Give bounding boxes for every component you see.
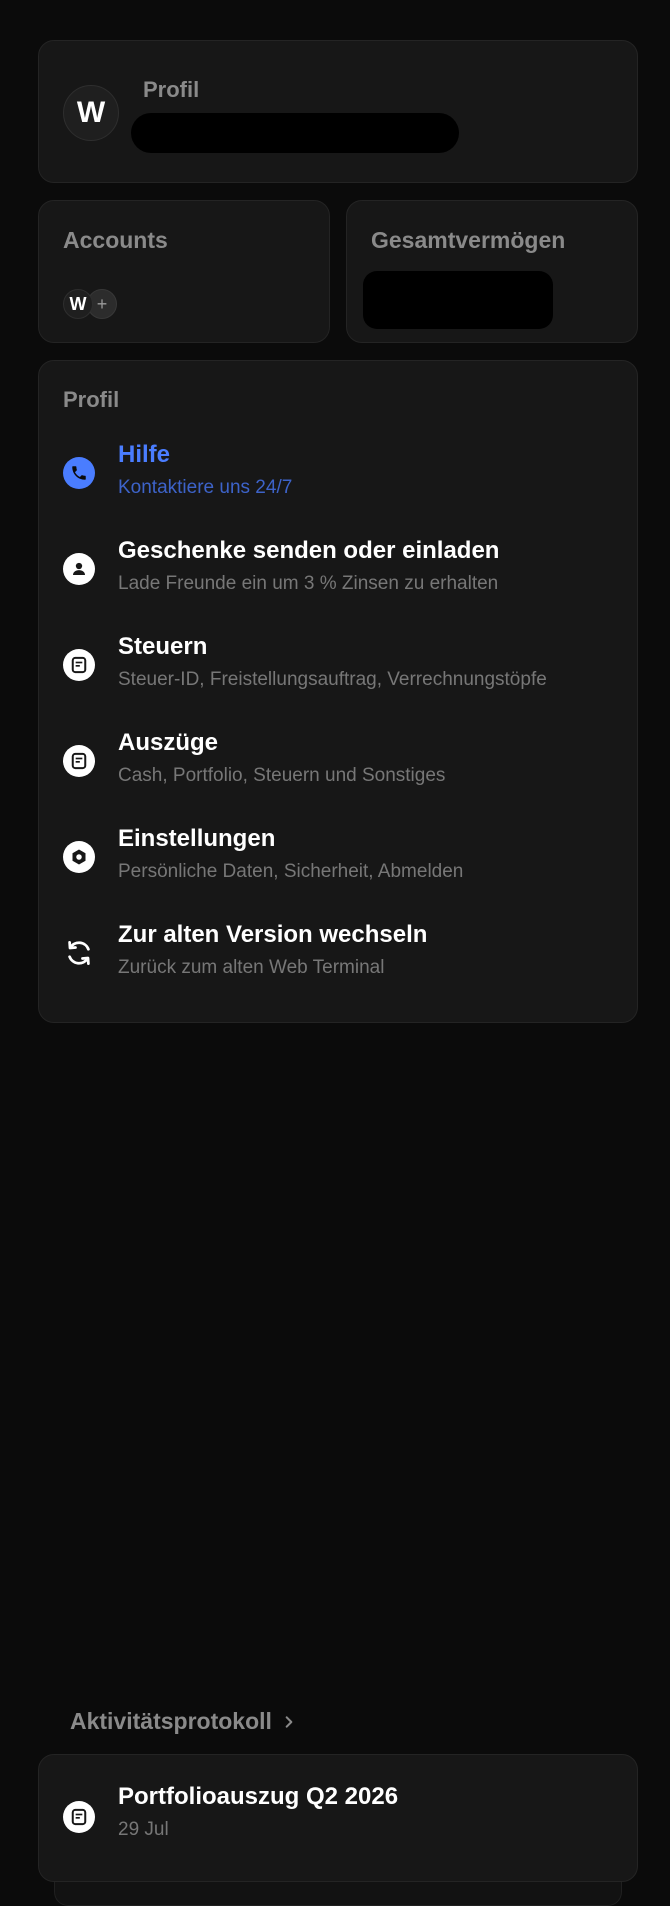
redacted-name [131, 113, 459, 153]
menu-item-gifts-invite[interactable]: Geschenke senden oder einladen Lade Freu… [39, 537, 637, 617]
total-wealth-title: Gesamtvermögen [371, 227, 566, 253]
user-icon [63, 553, 95, 585]
accounts-card[interactable]: Accounts W + [38, 200, 330, 343]
activity-item-date: 29 Jul [118, 1819, 169, 1840]
menu-item-taxes[interactable]: Steuern Steuer-ID, Freistellungsauftrag,… [39, 633, 637, 713]
menu-item-subtitle: Persönliche Daten, Sicherheit, Abmelden [118, 861, 464, 882]
menu-item-label: Zur alten Version wechseln [118, 921, 428, 948]
redacted-wealth-value [363, 271, 553, 329]
card-stack-edge [54, 1881, 622, 1906]
menu-item-subtitle: Lade Freunde ein um 3 % Zinsen zu erhalt… [118, 573, 499, 594]
chevron-right-icon [282, 1708, 296, 1735]
phone-icon [63, 457, 95, 489]
gear-icon [63, 841, 95, 873]
activity-item-title: Portfolioauszug Q2 2026 [118, 1783, 399, 1810]
accounts-title: Accounts [63, 227, 168, 253]
document-icon [63, 745, 95, 777]
refresh-icon [63, 937, 95, 969]
menu-item-subtitle: Kontaktiere uns 24/7 [118, 477, 293, 498]
profile-title: Profil [143, 77, 200, 102]
menu-section-title: Profil [63, 387, 120, 412]
menu-item-label: Steuern [118, 633, 208, 660]
menu-item-settings[interactable]: Einstellungen Persönliche Daten, Sicherh… [39, 825, 637, 905]
menu-item-statements[interactable]: Auszüge Cash, Portfolio, Steuern und Son… [39, 729, 637, 809]
menu-item-label: Auszüge [118, 729, 219, 756]
profile-menu-card: Profil Hilfe Kontaktiere uns 24/7 Gesche… [38, 360, 638, 1023]
menu-item-help[interactable]: Hilfe Kontaktiere uns 24/7 [39, 441, 637, 521]
menu-item-subtitle: Cash, Portfolio, Steuern und Sonstiges [118, 765, 446, 786]
menu-item-old-version[interactable]: Zur alten Version wechseln Zurück zum al… [39, 921, 637, 1001]
account-avatar[interactable]: W [63, 289, 93, 319]
menu-item-label: Hilfe [118, 441, 171, 468]
menu-item-subtitle: Zurück zum alten Web Terminal [118, 957, 385, 978]
menu-item-label: Einstellungen [118, 825, 276, 852]
activity-log-link[interactable]: Aktivitätsprotokoll [70, 1708, 296, 1735]
menu-item-subtitle: Steuer-ID, Freistellungsauftrag, Verrech… [118, 669, 547, 690]
document-icon [63, 649, 95, 681]
activity-log-title: Aktivitätsprotokoll [70, 1708, 272, 1734]
avatar: W [63, 85, 119, 141]
activity-item[interactable]: Portfolioauszug Q2 2026 29 Jul [38, 1754, 638, 1882]
document-icon [63, 1801, 95, 1833]
menu-item-label: Geschenke senden oder einladen [118, 537, 500, 564]
profile-card[interactable]: W Profil [38, 40, 638, 183]
total-wealth-card[interactable]: Gesamtvermögen [346, 200, 638, 343]
